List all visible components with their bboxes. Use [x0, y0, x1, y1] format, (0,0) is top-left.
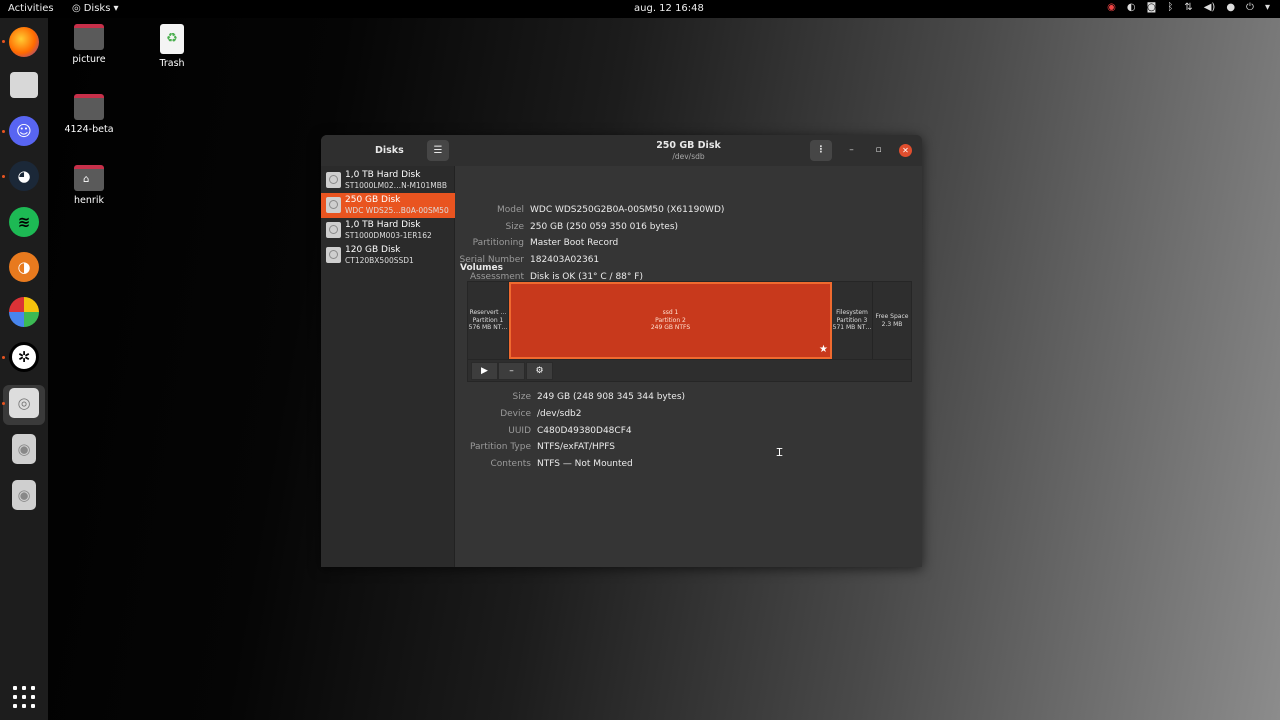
- disk-model: ST1000LM02…N-M101MBB: [345, 181, 447, 190]
- serial-label: Serial Number: [459, 255, 524, 265]
- firefox-icon[interactable]: [9, 27, 39, 57]
- disk-name: 250 GB Disk: [345, 195, 401, 205]
- assessment-label: Assessment: [470, 272, 524, 282]
- ssd-icon: [326, 247, 341, 263]
- desktop-icon-label: 4124-beta: [64, 124, 114, 135]
- header-bar: 250 GB Disk /dev/sdb ⋮ – ▫ ✕: [455, 135, 922, 166]
- disk-list-item[interactable]: 1,0 TB Hard Disk ST1000LM02…N-M101MBB: [321, 168, 455, 193]
- home-folder-icon: ⌂: [74, 165, 104, 191]
- chevron-down-icon[interactable]: ▾: [1265, 2, 1270, 13]
- trash-icon: ♻: [160, 24, 184, 54]
- spotify-icon[interactable]: ≋: [9, 207, 39, 237]
- microphone-icon[interactable]: ●: [1226, 2, 1235, 13]
- drive-icon[interactable]: ◉: [12, 434, 36, 464]
- disk-list-item[interactable]: 1,0 TB Hard Disk ST1000DM003-1ER162: [321, 218, 455, 243]
- ssd-icon: [326, 197, 341, 213]
- text-cursor-icon: Ｉ: [774, 446, 785, 459]
- kebab-menu-icon: ⋮: [816, 145, 826, 155]
- disk-list: 1,0 TB Hard Disk ST1000LM02…N-M101MBB 25…: [321, 166, 455, 567]
- network-icon[interactable]: ⇅: [1184, 2, 1192, 13]
- chevron-down-icon: ▾: [113, 3, 119, 14]
- hard-disk-icon: [326, 222, 341, 238]
- drive-icon[interactable]: ◉: [12, 480, 36, 510]
- disk-menu-button[interactable]: ⋮: [810, 140, 832, 161]
- activities-button[interactable]: Activities: [8, 3, 54, 14]
- hamburger-menu-button[interactable]: ☰: [427, 140, 449, 161]
- desktop-icon-label: picture: [72, 54, 106, 65]
- dock: ☺ ◕ ≋ ◑ ✲ ◎ ◉ ◉: [0, 18, 48, 720]
- steam-tray-icon[interactable]: ◐: [1127, 2, 1136, 13]
- partitioning-label: Partitioning: [472, 238, 524, 248]
- disk-model: CT120BX500SSD1: [345, 256, 414, 265]
- power-icon[interactable]: ⏻: [1246, 2, 1254, 13]
- maximize-button[interactable]: ▫: [872, 144, 885, 157]
- clock[interactable]: aug. 12 16:48: [634, 3, 704, 14]
- assessment-value: Disk is OK (31° C / 88° F): [530, 272, 643, 282]
- top-bar: Activities ◎ Disks ▾ aug. 12 16:48 ◉ ◐ ◙…: [0, 0, 1280, 18]
- disks-window: Disks ☰ 250 GB Disk /dev/sdb ⋮ – ▫ ✕ 1,0…: [321, 135, 922, 567]
- obs-icon[interactable]: ✲: [9, 342, 39, 372]
- running-indicator: [2, 130, 5, 133]
- running-indicator: [2, 175, 5, 178]
- folder-icon: [74, 94, 104, 120]
- chart-app-icon[interactable]: [9, 297, 39, 327]
- hard-disk-icon: [326, 172, 341, 188]
- disk-name: 120 GB Disk: [345, 245, 401, 255]
- show-applications-icon[interactable]: [13, 686, 35, 708]
- running-indicator: [2, 40, 5, 43]
- desktop-folder-henrik[interactable]: ⌂ henrik: [54, 165, 124, 206]
- partitioning-value: Master Boot Record: [530, 238, 619, 248]
- size-value: 250 GB (250 059 350 016 bytes): [530, 222, 679, 232]
- desktop-folder-4124-beta[interactable]: 4124-beta: [54, 94, 124, 135]
- disks-dock-icon[interactable]: ◎: [9, 388, 39, 418]
- serial-value: 182403A02361: [530, 255, 600, 265]
- sidebar-title: Disks: [375, 145, 404, 156]
- discord-icon[interactable]: ☺: [9, 116, 39, 146]
- disk-name: 1,0 TB Hard Disk: [345, 170, 421, 180]
- running-indicator: [2, 402, 5, 405]
- menu-icon: ☰: [433, 145, 443, 156]
- disk-list-item-selected[interactable]: 250 GB Disk WDC WDS25…B0A-00SM50: [321, 193, 455, 218]
- size-label: Size: [505, 222, 524, 232]
- close-button[interactable]: ✕: [899, 144, 912, 157]
- model-value: WDC WDS250G2B0A-00SM50 (X61190WD): [530, 205, 725, 215]
- volume-icon[interactable]: ◀): [1204, 2, 1216, 13]
- running-indicator: [2, 356, 5, 359]
- app-menu[interactable]: ◎ Disks ▾: [72, 3, 118, 14]
- software-icon[interactable]: ◑: [9, 252, 39, 282]
- disk-list-item[interactable]: 120 GB Disk CT120BX500SSD1: [321, 243, 455, 268]
- system-tray[interactable]: ◉ ◐ ◙ ᛒ ⇅ ◀) ● ⏻ ▾: [1107, 2, 1270, 13]
- disk-details: Model WDC WDS250G2B0A-00SM50 (X61190WD) …: [456, 166, 922, 567]
- disks-app-icon: ◎: [72, 3, 81, 14]
- record-icon[interactable]: ◉: [1107, 2, 1116, 13]
- discord-tray-icon[interactable]: ◙: [1147, 2, 1157, 13]
- steam-icon[interactable]: ◕: [9, 161, 39, 191]
- bluetooth-icon[interactable]: ᛒ: [1167, 2, 1173, 13]
- folder-icon: [74, 24, 104, 50]
- files-icon[interactable]: [10, 72, 38, 98]
- desktop-icon-label: Trash: [159, 58, 185, 69]
- minimize-button[interactable]: –: [845, 144, 858, 157]
- disk-name: 1,0 TB Hard Disk: [345, 220, 421, 230]
- desktop-trash[interactable]: ♻ Trash: [137, 24, 207, 69]
- model-label: Model: [496, 205, 524, 215]
- desktop-icon-label: henrik: [74, 195, 104, 206]
- sidebar-header: Disks ☰: [321, 135, 455, 166]
- disk-model: ST1000DM003-1ER162: [345, 231, 432, 240]
- disk-model: WDC WDS25…B0A-00SM50: [345, 206, 449, 215]
- app-menu-label: Disks: [83, 3, 111, 14]
- desktop-folder-picture[interactable]: picture: [54, 24, 124, 65]
